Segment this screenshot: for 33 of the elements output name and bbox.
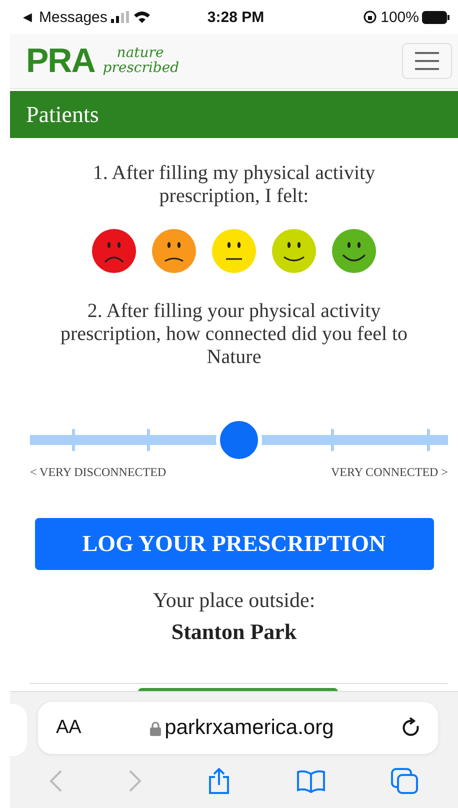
menu-button[interactable] <box>402 43 452 79</box>
mood-face-icon[interactable] <box>331 228 377 274</box>
section-title: Patients <box>26 102 99 128</box>
mood-face-icon[interactable] <box>151 228 197 274</box>
slider-max-label: VERY CONNECTED > <box>331 465 448 480</box>
back-link[interactable]: ◄ Messages <box>20 8 108 26</box>
address-bar[interactable]: AA parkrxamerica.org <box>38 702 438 754</box>
logo-tagline: nature <box>116 46 165 61</box>
share-button[interactable] <box>206 767 231 795</box>
log-prescription-button[interactable]: LOG YOUR PRESCRIPTION <box>34 518 434 570</box>
reload-icon[interactable] <box>402 717 422 739</box>
clock-time: 3:28 PM <box>207 8 264 26</box>
battery-percent: 100% <box>380 8 419 26</box>
mood-face-icon[interactable] <box>271 228 317 274</box>
slider-min-label: < VERY DISCONNECTED <box>30 465 166 480</box>
menu-icon <box>414 51 440 71</box>
lock-rotation-icon <box>362 10 377 24</box>
question-text: 2. After filling your physical activity prescription, how connected did you feel to Nature <box>59 300 409 369</box>
tabs-button[interactable] <box>391 768 420 794</box>
mood-face-icon[interactable] <box>91 228 137 274</box>
battery-icon <box>422 10 450 24</box>
place-name: Stanton Park <box>171 619 297 645</box>
wifi-icon <box>133 10 152 24</box>
url-text: parkrxamerica.org <box>150 716 334 740</box>
text-size-button[interactable]: AA <box>56 717 82 739</box>
logo-tagline: prescribed <box>102 61 180 76</box>
place-label: Your place outside: <box>152 588 316 613</box>
bookmarks-button[interactable] <box>296 769 326 793</box>
question-text: 1. After filling my physical activity prescription, I felt: <box>92 162 376 208</box>
signal-icon <box>111 11 130 23</box>
mood-face-icon[interactable] <box>211 228 257 274</box>
lock-icon <box>150 720 161 736</box>
logo[interactable]: PRA <box>26 42 95 80</box>
